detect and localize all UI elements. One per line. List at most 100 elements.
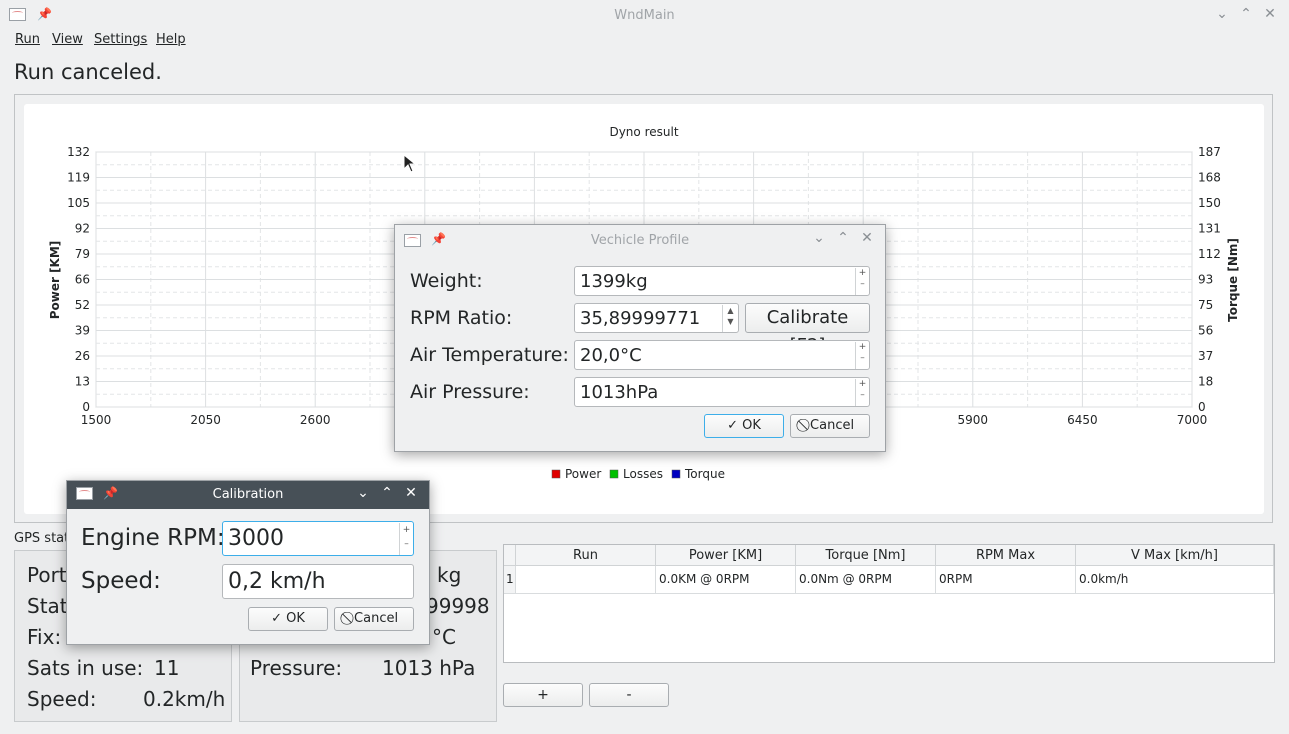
runs-table[interactable]: Run Power [KM] Torque [Nm] RPM Max V Max…: [503, 544, 1275, 663]
check-icon: ✓: [271, 611, 282, 626]
y2-tick-label: 131: [1198, 222, 1221, 236]
weight-label: Weight:: [410, 270, 483, 292]
cell-rpm-max[interactable]: 0RPM: [936, 566, 1076, 594]
calibration-ok-button[interactable]: ✓ OK: [248, 607, 328, 631]
x-tick-label: 6450: [1067, 413, 1098, 427]
gps-speed-value: 0.2km/h: [143, 687, 226, 711]
air-temperature-label: Air Temperature:: [410, 344, 569, 366]
cell-run[interactable]: [516, 566, 656, 594]
air-temperature-spinbox[interactable]: 20,0°C + –: [574, 340, 870, 370]
gps-sats-label: Sats in use:: [27, 656, 144, 680]
maximize-icon[interactable]: ⌃: [835, 230, 851, 246]
minimize-icon[interactable]: ⌄: [355, 485, 371, 501]
x-tick-label: 1500: [81, 413, 112, 427]
window-title: WndMain: [614, 8, 675, 23]
rpm-ratio-label: RPM Ratio:: [410, 307, 513, 329]
pressure-spin-buttons[interactable]: + –: [855, 379, 869, 406]
close-icon[interactable]: ✕: [403, 485, 419, 501]
y2-tick-label: 0: [1198, 400, 1206, 414]
y2-tick-label: 37: [1198, 349, 1213, 363]
engine-rpm-value: 3000: [228, 526, 284, 551]
y-tick-label: 132: [67, 145, 90, 159]
env-pressure-value: 1013 hPa: [382, 656, 476, 680]
vehicle-ok-label: OK: [742, 418, 761, 433]
legend-label: Torque: [684, 467, 725, 481]
engine-rpm-label: Engine RPM:: [81, 525, 225, 551]
close-icon[interactable]: ✕: [1262, 6, 1278, 22]
col-header-power[interactable]: Power [KM]: [656, 545, 796, 566]
menu-view[interactable]: View: [52, 32, 83, 47]
x-tick-label: 5900: [958, 413, 989, 427]
col-header-torque[interactable]: Torque [Nm]: [796, 545, 936, 566]
temp-spin-buttons[interactable]: + –: [855, 342, 869, 369]
air-temperature-value: 20,0°C: [580, 345, 642, 366]
env-weight-value: kg: [437, 563, 462, 587]
env-pressure-label: Pressure:: [250, 656, 343, 680]
cell-torque[interactable]: 0.0Nm @ 0RPM: [796, 566, 936, 594]
weight-spin-buttons[interactable]: + –: [855, 268, 869, 295]
y-tick-label: 26: [75, 349, 90, 363]
x-tick-label: 7000: [1177, 413, 1208, 427]
cell-power[interactable]: 0.0KM @ 0RPM: [656, 566, 796, 594]
add-run-button[interactable]: +: [503, 683, 583, 707]
cell-vmax[interactable]: 0.0km/h: [1076, 566, 1274, 594]
air-pressure-spinbox[interactable]: 1013hPa + –: [574, 377, 870, 407]
y2-tick-label: 168: [1198, 171, 1221, 185]
rpm-spin-buttons[interactable]: + –: [399, 523, 413, 555]
legend-swatch: [551, 469, 561, 479]
main-titlebar[interactable]: 📌 WndMain ⌄ ⌃ ✕: [0, 0, 1289, 30]
gps-port-label: Port: [27, 563, 67, 587]
legend-label: Power: [565, 467, 601, 481]
rpm-ratio-value: 35,89999771: [580, 308, 701, 329]
col-header-vmax[interactable]: V Max [km/h]: [1076, 545, 1274, 566]
calibration-dialog: 📌 Calibration ⌄ ⌃ ✕ Engine RPM: 3000 + – …: [66, 480, 430, 645]
y-tick-label: 66: [75, 273, 90, 287]
maximize-icon[interactable]: ⌃: [1238, 6, 1254, 22]
vehicle-cancel-label: Cancel: [810, 418, 855, 433]
y-axis-label: Power [KM]: [48, 241, 62, 320]
env-ratio-value: 99998: [426, 594, 490, 618]
y-tick-label: 119: [67, 171, 90, 185]
maximize-icon[interactable]: ⌃: [379, 485, 395, 501]
menu-settings[interactable]: Settings: [94, 32, 147, 47]
speed-value: 0,2 km/h: [228, 569, 326, 594]
calibrate-button[interactable]: Calibrate [F2]: [745, 303, 870, 356]
speed-field[interactable]: 0,2 km/h: [222, 564, 414, 599]
chart-title: Dyno result: [609, 125, 678, 139]
minimize-icon[interactable]: ⌄: [1214, 6, 1230, 22]
vehicle-cancel-button[interactable]: ⃠ Cancel: [790, 414, 870, 438]
gps-group-label: GPS stat: [14, 531, 70, 546]
ratio-arrows[interactable]: ▲ ▼: [722, 305, 738, 332]
air-pressure-label: Air Pressure:: [410, 381, 530, 403]
weight-value: 1399kg: [580, 271, 648, 292]
y2-tick-label: 56: [1198, 324, 1213, 338]
col-header-rpm-max[interactable]: RPM Max: [936, 545, 1076, 566]
calibration-ok-label: OK: [286, 611, 305, 626]
legend-swatch: [671, 469, 681, 479]
rpm-ratio-spinbox[interactable]: 35,89999771 ▲ ▼: [574, 303, 739, 333]
status-text: Run canceled.: [14, 60, 162, 84]
vehicle-ok-button[interactable]: ✓ OK: [704, 414, 784, 438]
x-tick-label: 2050: [190, 413, 221, 427]
y2-tick-label: 18: [1198, 375, 1213, 389]
menu-help[interactable]: Help: [156, 32, 186, 47]
calibration-cancel-button[interactable]: ⃠ Cancel: [334, 607, 414, 631]
minimize-icon[interactable]: ⌄: [811, 230, 827, 246]
weight-spinbox[interactable]: 1399kg + –: [574, 266, 870, 296]
vehicle-profile-dialog: 📌 Vechicle Profile ⌄ ⌃ ✕ Weight: 1399kg …: [394, 224, 886, 452]
menubar: Run View Settings Help: [0, 30, 1289, 50]
close-icon[interactable]: ✕: [859, 230, 875, 246]
col-header-run[interactable]: Run: [516, 545, 656, 566]
calibration-cancel-label: Cancel: [354, 611, 399, 626]
y2-tick-label: 150: [1198, 196, 1221, 210]
y-tick-label: 39: [75, 324, 90, 338]
engine-rpm-spinbox[interactable]: 3000 + –: [222, 521, 414, 556]
gps-status-label: Stat: [27, 594, 68, 618]
remove-run-button[interactable]: -: [589, 683, 669, 707]
check-icon: ✓: [727, 418, 738, 433]
row-header[interactable]: 1: [504, 566, 516, 594]
mouse-cursor: [403, 154, 417, 173]
table-corner: [504, 545, 516, 566]
menu-run[interactable]: Run: [15, 32, 40, 47]
chart-legend: Power Losses Torque: [551, 467, 725, 481]
